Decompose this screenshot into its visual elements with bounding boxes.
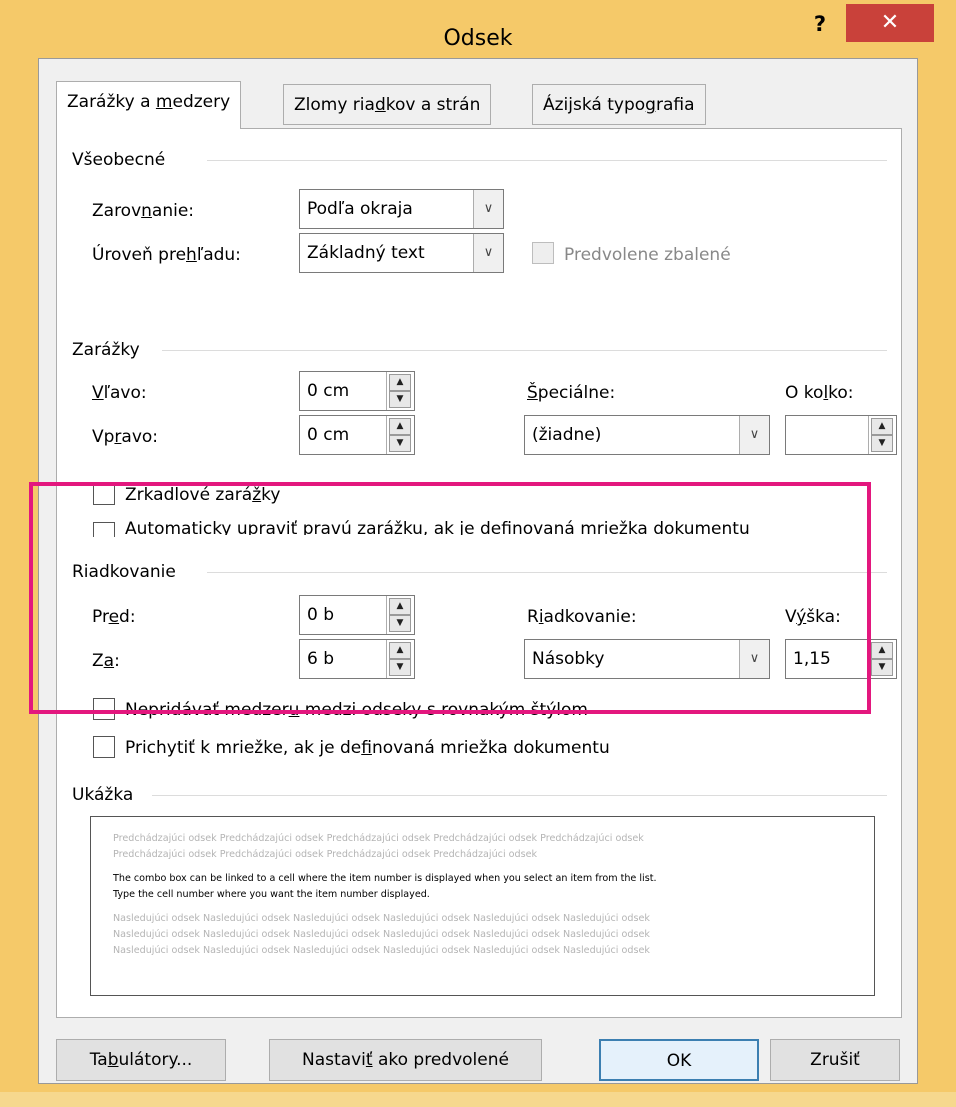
access-key-letter: m [155, 92, 173, 112]
preview-previous-line: Predchádzajúci odsek Predchádzajúci odse… [113, 849, 538, 860]
tab-asian-typography[interactable]: Ázijská typografia [532, 84, 706, 125]
outline-level-label: Úroveň prehľadu: [92, 245, 241, 265]
snap-to-grid-checkbox[interactable] [93, 736, 115, 758]
spin-down-icon[interactable]: ▼ [389, 435, 411, 452]
special-select[interactable]: (žiadne) ∨ [524, 415, 770, 455]
outline-level-value: Základný text [307, 243, 425, 263]
spin-up-icon[interactable]: ▲ [389, 418, 411, 435]
preview-box: Predchádzajúci odsek Predchádzajúci odse… [90, 816, 875, 996]
set-as-default-button[interactable]: Nastaviť ako predvolené [269, 1039, 542, 1081]
label-text: Zrušiť [810, 1050, 860, 1070]
label-text: ko: [828, 383, 854, 403]
special-label: Špeciálne: [527, 383, 615, 403]
close-button[interactable]: ✕ [846, 4, 934, 42]
ok-button[interactable]: OK [599, 1039, 759, 1081]
alignment-select[interactable]: Podľa okraja ∨ [299, 189, 504, 229]
access-key-letter: g [645, 95, 656, 115]
label-text: O ko [785, 383, 824, 403]
general-heading: Všeobecné [72, 150, 166, 170]
preview-sample-line: The combo box can be linked to a cell wh… [113, 873, 657, 884]
by-label: O kolko: [785, 383, 854, 403]
access-key-letter: V [92, 383, 104, 403]
chevron-down-icon[interactable]: ∨ [739, 416, 769, 454]
left-indent-spinner[interactable]: 0 cm ▲ ▼ [299, 371, 415, 411]
label-text: avo: [121, 427, 159, 447]
label-text: Nastavi [302, 1050, 366, 1070]
access-key-letter: ť [365, 1050, 373, 1070]
label-text: ľavo: [103, 383, 147, 403]
preview-heading: Ukážka [72, 785, 134, 805]
label-text: Úroveň pre [92, 245, 187, 265]
label-text: inovaná mriežka dokumentu [371, 738, 610, 758]
preview-sample-line: Type the cell number where you want the … [113, 889, 430, 900]
collapsed-checkbox[interactable] [532, 242, 554, 264]
label-text: ulátory... [118, 1050, 193, 1070]
label-text: kov a strán [385, 95, 481, 115]
label-text: Prichytiť k mriežke, ak je de [125, 738, 362, 758]
indentation-heading: Zarážky [72, 340, 140, 360]
spin-down-icon[interactable]: ▼ [871, 435, 893, 452]
special-value: (žiadne) [532, 425, 602, 445]
tab-indents-spacing[interactable]: Zarážky a medzery [56, 81, 242, 129]
label-text: Zlomy ria [294, 95, 375, 115]
cancel-button[interactable]: Zrušiť [770, 1039, 900, 1081]
help-button[interactable]: ? [800, 4, 840, 44]
chevron-down-icon[interactable]: ∨ [473, 190, 503, 228]
spacing-highlight-frame [29, 482, 871, 714]
collapsed-label: Predvolene zbalené [564, 245, 731, 265]
access-key-letter: f [361, 738, 372, 758]
label-text: ľadu: [196, 245, 241, 265]
preview-next-line: Nasledujúci odsek Nasledujúci odsek Nasl… [113, 945, 650, 955]
label-text: edzery [172, 92, 231, 112]
alignment-label: Zarovnanie: [92, 201, 194, 221]
preview-previous-line: Predchádzajúci odsek Predchádzajúci odse… [113, 833, 644, 844]
label-text: Zarov [92, 201, 142, 221]
access-key-letter: h [186, 245, 197, 265]
indentation-divider [162, 350, 887, 351]
spin-up-icon[interactable]: ▲ [389, 374, 411, 391]
right-indent-value: 0 cm [307, 425, 350, 445]
preview-next-line: Nasledujúci odsek Nasledujúci odsek Nasl… [113, 913, 650, 924]
spin-down-icon[interactable]: ▼ [389, 391, 411, 408]
label-text: Vp [92, 427, 115, 447]
by-spinner[interactable]: ▲ ▼ [785, 415, 897, 455]
snap-to-grid-label: Prichytiť k mriežke, ak je definovaná mr… [125, 738, 610, 758]
tabs-button[interactable]: Tabulátory... [56, 1039, 226, 1081]
outline-level-select[interactable]: Základný text ∨ [299, 233, 504, 273]
alignment-value: Podľa okraja [307, 199, 413, 219]
label-text: anie: [151, 201, 195, 221]
preview-next-line: Nasledujúci odsek Nasledujúci odsek Nasl… [113, 929, 650, 940]
access-key-letter: Š [527, 383, 538, 403]
label-text: Ta [89, 1050, 108, 1070]
access-key-letter: b [107, 1050, 119, 1070]
close-icon: ✕ [880, 10, 900, 35]
preview-divider [152, 795, 887, 796]
dialog-window: Odsek ? ✕ Zarážky a medzery Zlomy riadko… [0, 0, 956, 1092]
right-indent-spinner[interactable]: 0 cm ▲ ▼ [299, 415, 415, 455]
chevron-down-icon[interactable]: ∨ [473, 234, 503, 272]
label-text: peciálne: [537, 383, 616, 403]
label-text: ako predvolené [372, 1050, 509, 1070]
spin-up-icon[interactable]: ▲ [871, 418, 893, 435]
label-text: rafia [655, 95, 695, 115]
spin-up-icon[interactable]: ▲ [871, 642, 893, 659]
spin-down-icon[interactable]: ▼ [871, 659, 893, 676]
left-indent-label: Vľavo: [92, 383, 147, 403]
left-indent-value: 0 cm [307, 381, 350, 401]
label-text: Ázijská typo [543, 95, 646, 115]
general-divider [207, 160, 887, 161]
label-text: OK [666, 1051, 692, 1071]
access-key-letter: n [141, 201, 152, 221]
right-indent-label: Vpravo: [92, 427, 158, 447]
tab-line-page-breaks[interactable]: Zlomy riadkov a strán [283, 84, 492, 125]
access-key-letter: d [374, 95, 386, 115]
label-text: Zarážky a [67, 92, 156, 112]
